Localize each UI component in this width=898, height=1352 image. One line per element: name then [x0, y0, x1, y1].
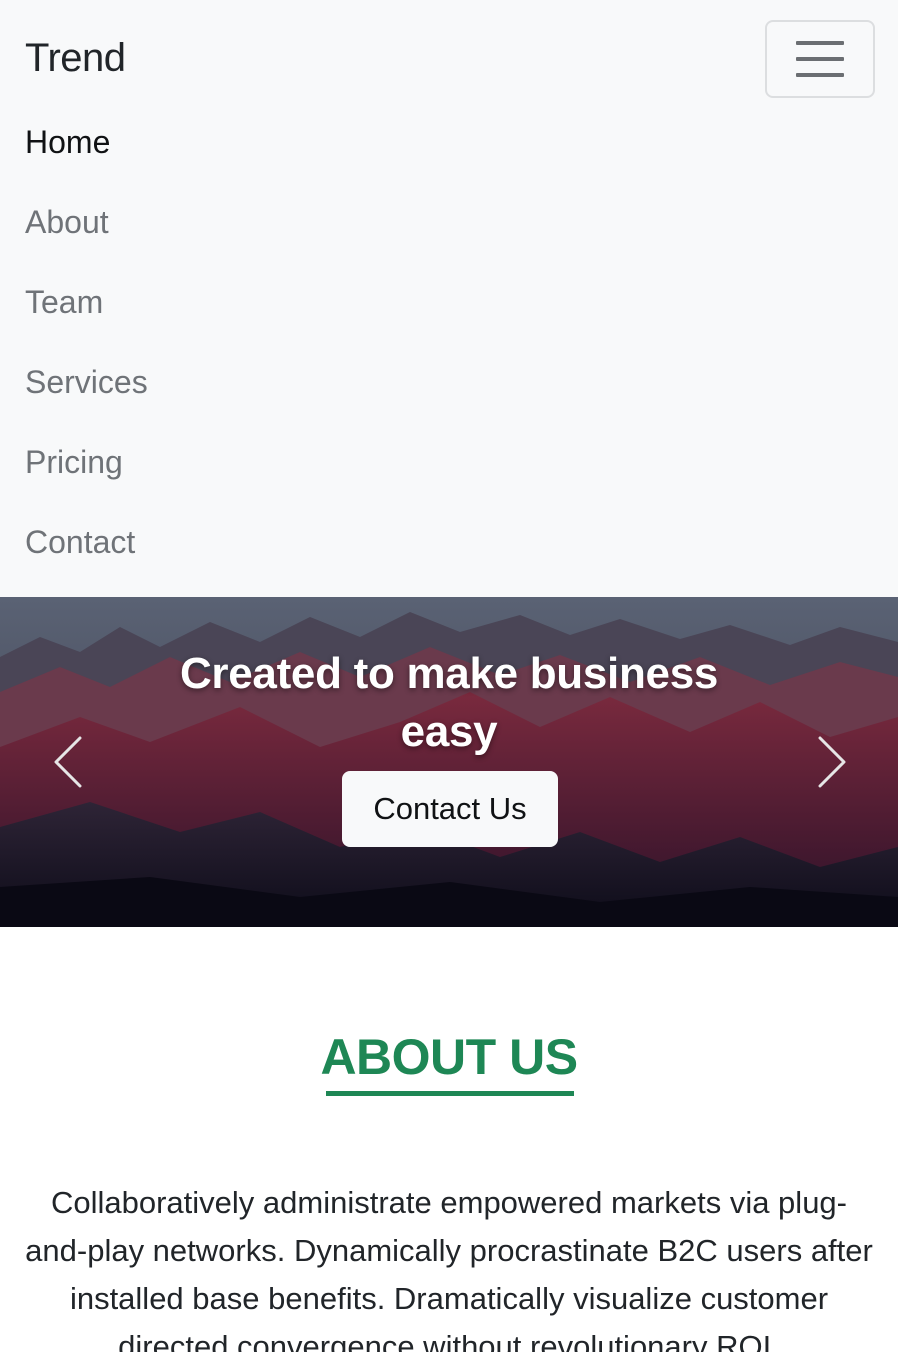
nav-link-contact[interactable]: Contact: [25, 522, 135, 562]
hero-carousel: Created to make business easy Contact Us: [0, 597, 898, 927]
carousel-next-button[interactable]: [812, 732, 852, 792]
about-section: ABOUT US Collaboratively administrate em…: [0, 927, 898, 1352]
nav-item-team: Team: [25, 262, 148, 342]
navbar-brand[interactable]: Trend: [25, 34, 126, 82]
chevron-left-icon: [54, 736, 82, 788]
nav-link-about[interactable]: About: [25, 202, 109, 242]
nav-menu: Home About Team Services Pricing Contact: [25, 102, 148, 582]
nav-item-home: Home: [25, 102, 148, 182]
carousel-prev-button[interactable]: [48, 732, 88, 792]
about-text: Collaboratively administrate empowered m…: [25, 1185, 873, 1352]
nav-item-pricing: Pricing: [25, 422, 148, 502]
nav-item-about: About: [25, 182, 148, 262]
about-title: ABOUT US: [320, 1029, 578, 1085]
chevron-right-icon: [818, 736, 846, 788]
nav-link-pricing[interactable]: Pricing: [25, 442, 123, 482]
contact-us-button[interactable]: Contact Us: [342, 771, 558, 847]
navbar: Trend Home About Team Services Pricing C…: [0, 0, 898, 597]
about-title-underline: [326, 1091, 574, 1096]
nav-link-team[interactable]: Team: [25, 282, 103, 322]
nav-link-services[interactable]: Services: [25, 362, 148, 402]
nav-link-home[interactable]: Home: [25, 122, 110, 162]
nav-item-services: Services: [25, 342, 148, 422]
navbar-toggler-button[interactable]: [765, 20, 875, 98]
hero-title: Created to make business easy: [179, 649, 719, 756]
nav-item-contact: Contact: [25, 502, 148, 582]
